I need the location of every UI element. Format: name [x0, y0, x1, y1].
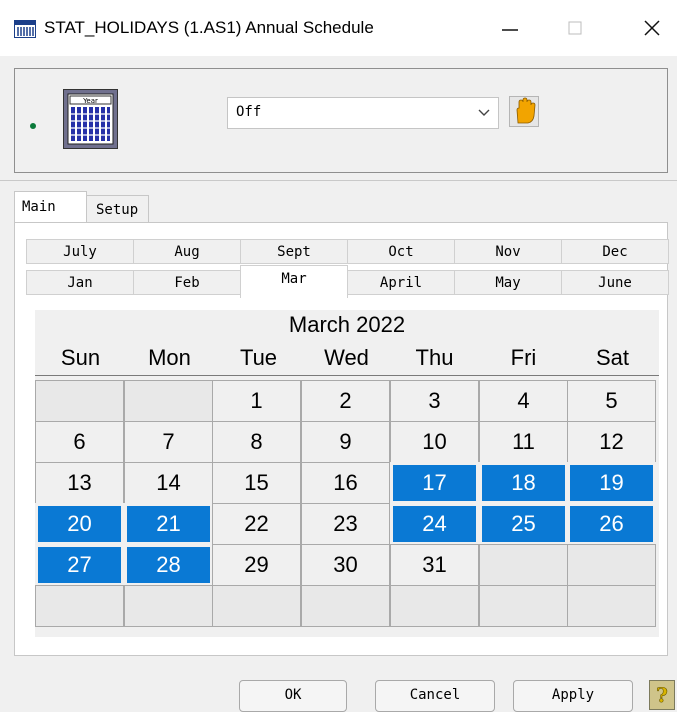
calendar-day-cell[interactable]: 7 — [124, 421, 213, 463]
month-tab-dec[interactable]: Dec — [561, 239, 669, 264]
calendar-day-cell[interactable]: 28 — [124, 544, 213, 586]
status-indicator-icon — [30, 123, 36, 129]
svg-text:?: ? — [656, 683, 668, 707]
tab-main[interactable]: Main — [14, 191, 87, 222]
title-bar: STAT_HOLIDAYS (1.AS1) Annual Schedule — [0, 0, 677, 56]
month-tab-jan[interactable]: Jan — [26, 270, 134, 295]
calendar-day-cell[interactable]: 15 — [212, 462, 301, 504]
month-tab-may[interactable]: May — [454, 270, 562, 295]
calendar-title: March 2022 — [288, 312, 406, 337]
month-tab-mar[interactable]: Mar — [240, 265, 348, 298]
svg-text:Year: Year — [82, 97, 98, 105]
month-tab-sept[interactable]: Sept — [240, 239, 348, 264]
weekday-label: Sat — [595, 345, 630, 370]
schedule-mode-select[interactable]: Off — [227, 97, 499, 129]
calendar-empty-cell[interactable] — [479, 585, 568, 627]
calendar-empty-cell[interactable] — [567, 585, 656, 627]
calendar-day-cell[interactable]: 18 — [479, 462, 568, 504]
weekday-label: Fri — [510, 345, 537, 370]
calendar-day-cell[interactable]: 26 — [567, 503, 656, 545]
calendar-day-cell[interactable]: 9 — [301, 421, 390, 463]
month-tab-july[interactable]: July — [26, 239, 134, 264]
calendar-day-cell[interactable]: 1 — [212, 380, 301, 422]
weekday-divider — [35, 375, 659, 376]
calendar-day-cell[interactable]: 19 — [567, 462, 656, 504]
calendar-day-cell[interactable]: 5 — [567, 380, 656, 422]
month-tab-june[interactable]: June — [561, 270, 669, 295]
calendar-day-cell[interactable]: 12 — [567, 421, 656, 463]
calendar-empty-cell[interactable] — [567, 544, 656, 586]
calendar-day-cell[interactable]: 13 — [35, 462, 124, 504]
weekday-label: Sun — [60, 345, 101, 370]
help-icon[interactable]: ? — [649, 680, 675, 710]
calendar-empty-cell[interactable] — [479, 544, 568, 586]
ok-button[interactable]: OK — [239, 680, 347, 712]
calendar-day-cell[interactable]: 6 — [35, 421, 124, 463]
month-calendar: March 2022 Sun Mon Tue Wed Thu Fri Sat 1… — [35, 310, 659, 637]
weekday-label: Mon — [148, 345, 191, 370]
month-tab-aug[interactable]: Aug — [133, 239, 241, 264]
maximize-icon — [568, 21, 582, 35]
calendar-empty-cell[interactable] — [124, 380, 213, 422]
maximize-button[interactable] — [545, 8, 605, 48]
calendar-day-cell[interactable]: 25 — [479, 503, 568, 545]
calendar-day-cell[interactable]: 2 — [301, 380, 390, 422]
calendar-day-cell[interactable]: 27 — [35, 544, 124, 586]
calendar-empty-cell[interactable] — [124, 585, 213, 627]
month-tab-nov[interactable]: Nov — [454, 239, 562, 264]
calendar-day-cell[interactable]: 30 — [301, 544, 390, 586]
calendar-day-cell[interactable]: 17 — [390, 462, 479, 504]
calendar-empty-cell[interactable] — [35, 380, 124, 422]
cancel-button[interactable]: Cancel — [375, 680, 495, 712]
calendar-empty-cell[interactable] — [390, 585, 479, 627]
close-button[interactable] — [622, 8, 677, 48]
calendar-day-cell[interactable]: 23 — [301, 503, 390, 545]
calendar-empty-cell[interactable] — [212, 585, 301, 627]
separator — [0, 180, 677, 181]
hand-override-icon[interactable] — [509, 96, 539, 127]
calendar-day-cell[interactable]: 16 — [301, 462, 390, 504]
calendar-day-cell[interactable]: 21 — [124, 503, 213, 545]
apply-button[interactable]: Apply — [513, 680, 633, 712]
calendar-day-cell[interactable]: 20 — [35, 503, 124, 545]
calendar-day-cell[interactable]: 29 — [212, 544, 301, 586]
close-icon — [644, 20, 660, 36]
calendar-day-cell[interactable]: 22 — [212, 503, 301, 545]
window-title: STAT_HOLIDAYS (1.AS1) Annual Schedule — [44, 18, 374, 37]
month-tab-oct[interactable]: Oct — [347, 239, 455, 264]
calendar-day-cell[interactable]: 14 — [124, 462, 213, 504]
weekday-label: Thu — [415, 345, 454, 370]
minimize-button[interactable] — [480, 8, 540, 48]
calendar-day-cell[interactable]: 4 — [479, 380, 568, 422]
chevron-down-icon — [478, 109, 490, 116]
weekday-label: Wed — [324, 345, 369, 370]
month-tab-feb[interactable]: Feb — [133, 270, 241, 295]
tab-setup[interactable]: Setup — [87, 195, 149, 222]
month-tab-april[interactable]: April — [347, 270, 455, 295]
schedule-mode-value: Off — [236, 104, 262, 120]
calendar-empty-cell[interactable] — [35, 585, 124, 627]
calendar-day-cell[interactable]: 10 — [390, 421, 479, 463]
calendar-day-cell[interactable]: 31 — [390, 544, 479, 586]
year-schedule-icon: Year — [63, 89, 118, 149]
calendar-day-cell[interactable]: 24 — [390, 503, 479, 545]
calendar-empty-cell[interactable] — [301, 585, 390, 627]
calendar-day-cell[interactable]: 8 — [212, 421, 301, 463]
calendar-app-icon — [14, 20, 36, 38]
calendar-day-cell[interactable]: 3 — [390, 380, 479, 422]
minimize-icon — [502, 29, 518, 31]
weekday-label: Tue — [239, 345, 278, 370]
calendar-day-cell[interactable]: 11 — [479, 421, 568, 463]
